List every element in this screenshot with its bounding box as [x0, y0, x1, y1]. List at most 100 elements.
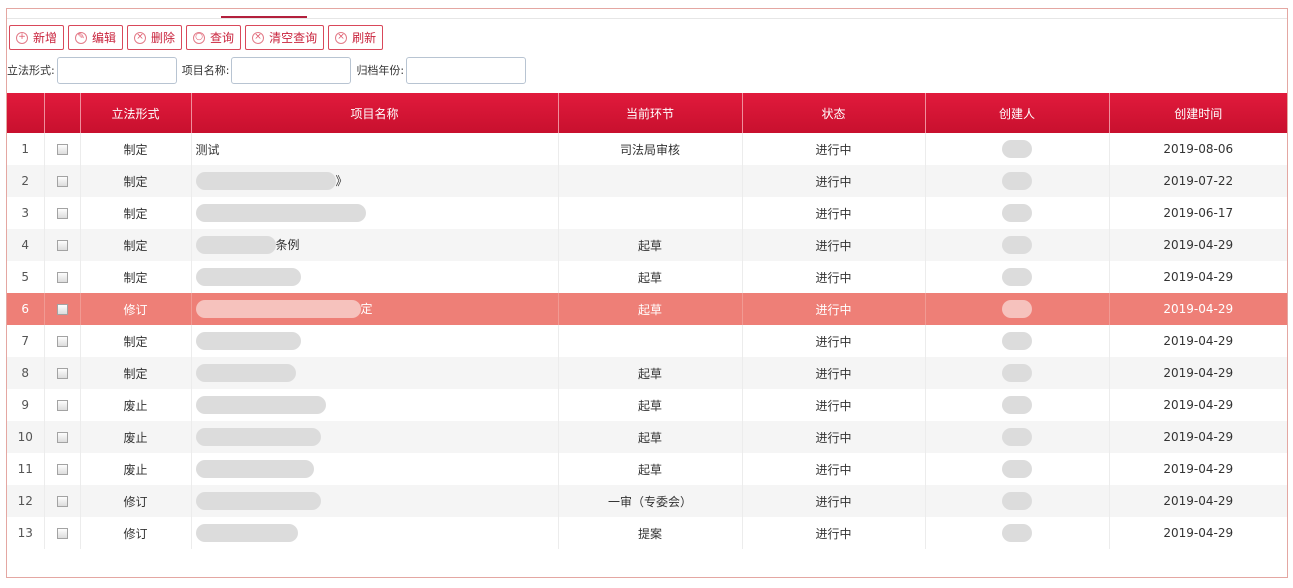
legislation-form-cell: 废止 — [80, 389, 192, 421]
row-index: 11 — [7, 453, 45, 485]
creator-cell — [925, 453, 1110, 485]
legislation-form-cell: 修订 — [80, 517, 192, 549]
table-row[interactable]: 7 制定 进行中 2019-04-29 — [7, 325, 1287, 357]
project-name-cell — [191, 517, 559, 549]
row-checkbox[interactable] — [56, 528, 68, 539]
edit-button-label: 编辑 — [92, 31, 117, 45]
refresh-button[interactable]: × 刷新 — [328, 25, 384, 50]
row-checkbox-cell — [44, 485, 81, 517]
header-index — [7, 93, 45, 133]
row-checkbox-cell — [44, 389, 81, 421]
creator-cell — [925, 421, 1110, 453]
edit-circle-icon: ✎ — [75, 31, 88, 44]
redacted-creator — [1002, 492, 1032, 510]
delete-button[interactable]: × 删除 — [127, 25, 183, 50]
project-name-cell — [191, 197, 559, 229]
row-index: 10 — [7, 421, 45, 453]
table-row[interactable]: 3 制定 进行中 2019-06-17 — [7, 197, 1287, 229]
header-creator[interactable]: 创建人 — [925, 93, 1110, 133]
row-checkbox[interactable] — [56, 336, 68, 347]
row-checkbox[interactable] — [56, 272, 68, 283]
row-checkbox-cell — [44, 165, 81, 197]
table-row[interactable]: 10 废止 起草 进行中 2019-04-29 — [7, 421, 1287, 453]
legislation-form-cell: 修订 — [80, 293, 192, 325]
row-checkbox[interactable] — [56, 400, 68, 411]
year-filter-input[interactable] — [406, 56, 527, 84]
legislation-form-cell: 制定 — [80, 165, 192, 197]
row-checkbox[interactable] — [56, 176, 68, 187]
clear-search-button[interactable]: × 清空查询 — [245, 25, 325, 50]
row-checkbox-cell — [44, 229, 81, 261]
redacted-text — [195, 524, 298, 542]
row-checkbox[interactable] — [56, 432, 68, 443]
row-checkbox[interactable] — [56, 496, 68, 507]
created-time-cell: 2019-08-06 — [1163, 142, 1234, 156]
table-row[interactable]: 5 制定 起草 进行中 2019-04-29 — [7, 261, 1287, 293]
row-checkbox-cell — [44, 517, 81, 549]
creator-cell — [925, 229, 1110, 261]
project-name-cell — [191, 357, 559, 389]
header-status[interactable]: 状态 — [742, 93, 926, 133]
status-cell: 进行中 — [742, 165, 926, 197]
redacted-creator — [1002, 364, 1032, 382]
table-row[interactable]: 12 修订 一审（专委会） 进行中 2019-04-29 — [7, 485, 1287, 517]
year-filter-label: 归档年份: — [356, 64, 405, 77]
redacted-creator — [1002, 396, 1032, 414]
created-time-cell: 2019-04-29 — [1163, 366, 1234, 380]
row-checkbox[interactable] — [56, 144, 68, 155]
creator-cell — [925, 357, 1110, 389]
creator-cell — [925, 485, 1110, 517]
form-filter-input[interactable] — [56, 56, 177, 84]
name-filter-input[interactable] — [231, 56, 352, 84]
status-cell: 进行中 — [742, 453, 926, 485]
table-row[interactable]: 1 制定 测试 司法局审核 进行中 2019-08-06 — [7, 133, 1287, 165]
row-index: 4 — [7, 229, 45, 261]
row-checkbox[interactable] — [56, 464, 68, 475]
legislation-form-cell: 制定 — [80, 197, 192, 229]
project-name-cell — [191, 421, 559, 453]
created-time-cell: 2019-04-29 — [1163, 270, 1234, 284]
header-form[interactable]: 立法形式 — [80, 93, 192, 133]
name-filter-label: 项目名称: — [181, 64, 230, 77]
status-cell: 进行中 — [742, 485, 926, 517]
legislation-form-cell: 修订 — [80, 485, 192, 517]
redacted-text — [195, 172, 336, 191]
created-time-cell: 2019-04-29 — [1163, 462, 1234, 476]
creator-cell — [925, 517, 1110, 549]
table-row[interactable]: 11 废止 起草 进行中 2019-04-29 — [7, 453, 1287, 485]
table-row[interactable]: 8 制定 起草 进行中 2019-04-29 — [7, 357, 1287, 389]
redacted-creator — [1002, 332, 1032, 350]
row-checkbox[interactable] — [56, 208, 68, 219]
redacted-creator — [1002, 428, 1032, 446]
project-name-cell — [191, 453, 559, 485]
status-cell: 进行中 — [742, 325, 926, 357]
search-button[interactable]: ○ 查询 — [186, 25, 242, 50]
add-button[interactable]: + 新增 — [9, 25, 65, 50]
legislation-form-cell: 制定 — [80, 229, 192, 261]
status-cell: 进行中 — [742, 293, 926, 325]
table-row[interactable]: 4 制定 条例 起草 进行中 2019-04-29 — [7, 229, 1287, 261]
table-row[interactable]: 6 修订 定 起草 进行中 2019-04-29 — [7, 293, 1287, 325]
redacted-text — [195, 364, 296, 382]
header-current-stage[interactable]: 当前环节 — [558, 93, 743, 133]
table-row[interactable]: 13 修订 提案 进行中 2019-04-29 — [7, 517, 1287, 549]
edit-button[interactable]: ✎ 编辑 — [68, 25, 124, 50]
created-time-cell: 2019-04-29 — [1163, 526, 1234, 540]
refresh-button-label: 刷新 — [352, 31, 377, 45]
header-project-name[interactable]: 项目名称 — [191, 93, 559, 133]
created-time-cell: 2019-04-29 — [1163, 334, 1234, 348]
project-name-cell: 条例 — [191, 229, 559, 261]
header-created-time[interactable]: 创建时间 — [1109, 93, 1287, 133]
row-checkbox[interactable] — [56, 240, 68, 251]
created-time-cell: 2019-04-29 — [1163, 430, 1234, 444]
creator-cell — [925, 197, 1110, 229]
row-checkbox[interactable] — [56, 304, 68, 315]
row-checkbox[interactable] — [56, 368, 68, 379]
created-time-cell: 2019-07-22 — [1163, 174, 1234, 188]
table-row[interactable]: 9 废止 起草 进行中 2019-04-29 — [7, 389, 1287, 421]
delete-button-label: 删除 — [151, 31, 176, 45]
redacted-text — [195, 428, 321, 446]
redacted-text — [195, 300, 361, 319]
table-row[interactable]: 2 制定 》 进行中 2019-07-22 — [7, 165, 1287, 197]
legislation-form-cell: 制定 — [80, 357, 192, 389]
